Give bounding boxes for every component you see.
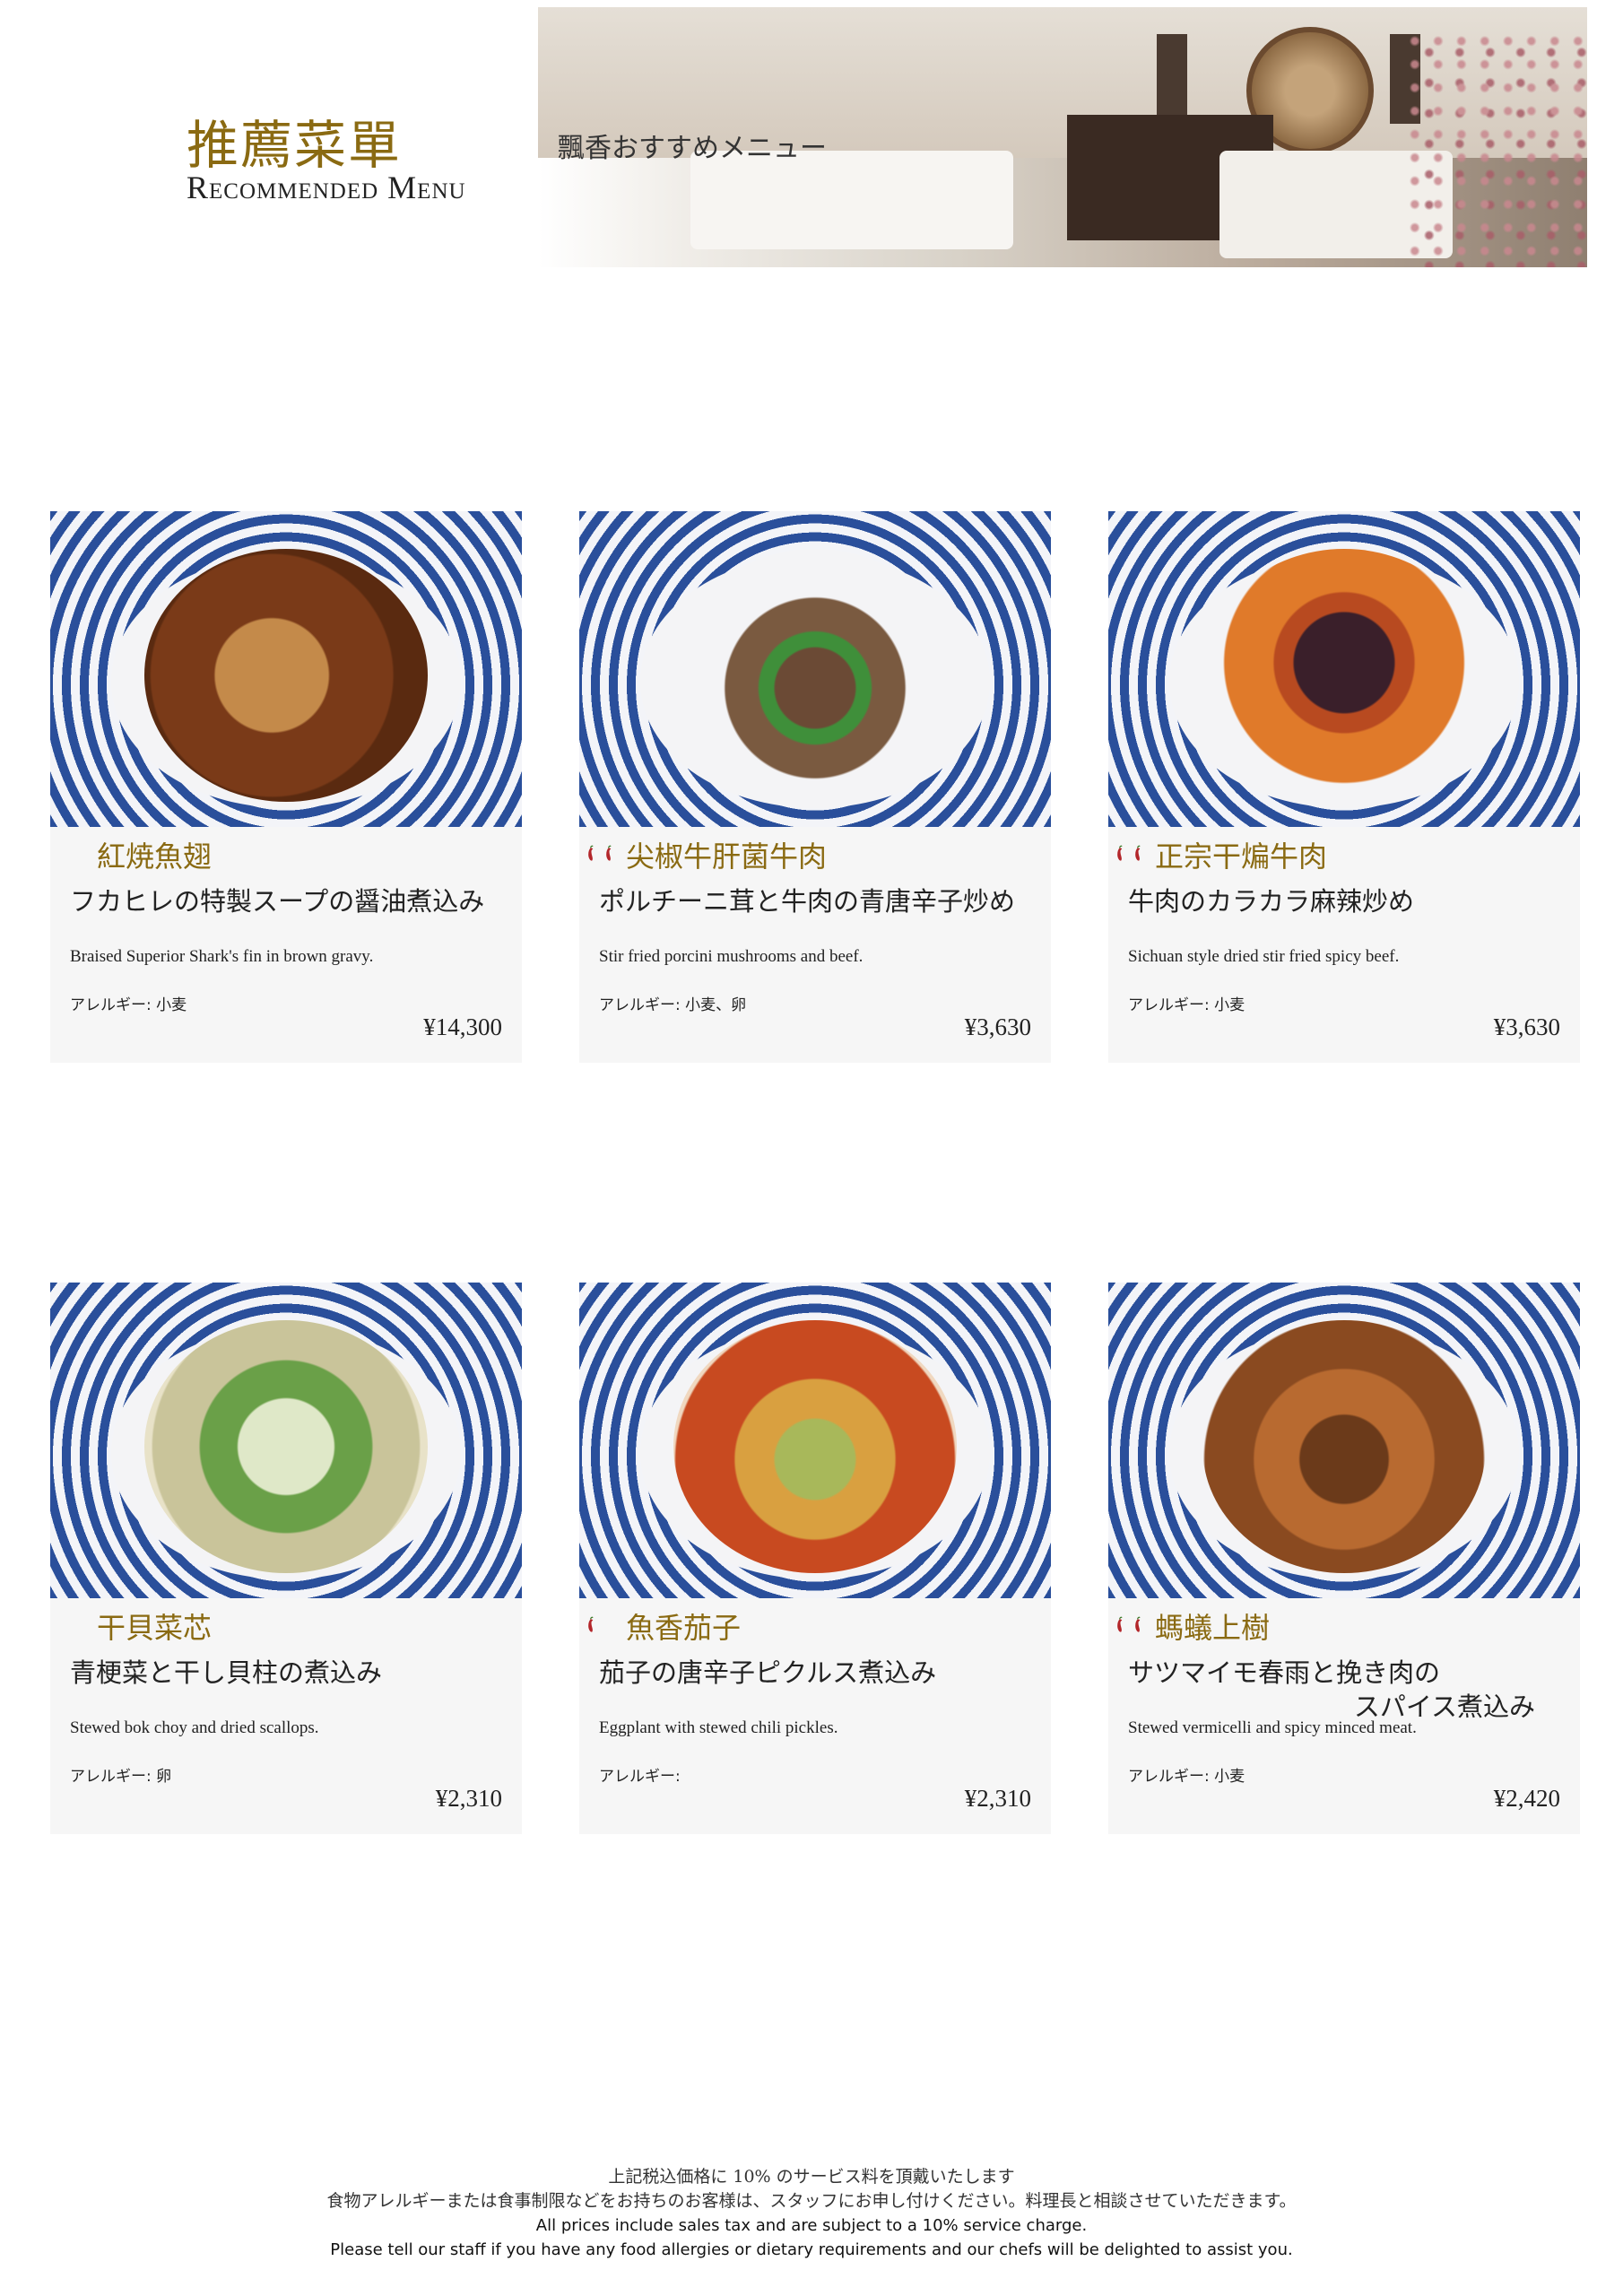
- chili-pepper-icon: [585, 1609, 603, 1641]
- dish-price: ¥3,630: [1493, 1013, 1560, 1040]
- page-title-chinese: 推薦菜單: [187, 115, 403, 176]
- dish-name-japanese: フカヒレの特製スープの醤油煮込み: [70, 886, 485, 917]
- chili-pepper-icon: [603, 838, 621, 870]
- dish-photo: [579, 1283, 1051, 1598]
- dish-card: 干貝菜芯青梗菜と干し貝柱の煮込み Stewed bok choy and drie…: [50, 1283, 522, 1834]
- dish-name-chinese: 螞蟻上樹: [1155, 1611, 1271, 1645]
- dish-name-english: Stewed bok choy and dried scallops.: [70, 1718, 319, 1737]
- dish-card: 紅焼魚翅フカヒレの特製スープの醤油煮込み Braised Superior Sha…: [50, 511, 522, 1063]
- dish-photo: [1108, 511, 1580, 827]
- allergy-note-jp: 食物アレルギーまたは食事制限などをお持ちのお客様は、スタッフにお申し付けください…: [326, 2191, 1297, 2211]
- dish-name-japanese: 青梗菜と干し貝柱の煮込み: [70, 1657, 383, 1688]
- dish-name-chinese: 紅焼魚翅: [97, 839, 213, 874]
- dish-name-english: Eggplant with stewed chili pickles.: [599, 1718, 838, 1737]
- spice-level-indicator: [585, 1609, 622, 1643]
- dish-name-japanese: 茄子の唐辛子ピクルス煮込み: [599, 1657, 937, 1688]
- dish-name-chinese: 魚香茄子: [626, 1611, 742, 1645]
- dish-name-japanese: サツマイモ春雨と挽き肉の: [1128, 1657, 1441, 1688]
- dish-photo: [50, 511, 522, 827]
- spice-level-indicator: [585, 838, 622, 872]
- allergy-info: アレルギー: 小麦: [1128, 996, 1245, 1014]
- allergy-note-en: Please tell our staff if you have any fo…: [330, 2240, 1293, 2259]
- dish-card: 魚香茄子茄子の唐辛子ピクルス煮込み Eggplant with stewed ch…: [579, 1283, 1051, 1834]
- spice-level-indicator: [1114, 1609, 1151, 1643]
- chili-pepper-icon: [585, 838, 603, 870]
- dish-name-english: Sichuan style dried stir fried spicy bee…: [1128, 947, 1400, 966]
- dish-card: 螞蟻上樹 サツマイモ春雨と挽き肉の スパイス煮込み Stewed vermicelli…: [1108, 1283, 1580, 1834]
- dish-name-japanese: 牛肉のカラカラ麻辣炒め: [1128, 886, 1415, 917]
- allergy-info: アレルギー: 小麦、卵: [599, 996, 747, 1014]
- dish-name-japanese: ポルチーニ茸と牛肉の青唐辛子炒め: [599, 886, 1016, 917]
- chili-pepper-icon: [1132, 1609, 1150, 1641]
- allergy-info: アレルギー: 小麦: [1128, 1768, 1245, 1786]
- chili-pepper-icon: [1114, 1609, 1132, 1641]
- dish-name-chinese: 正宗干煸牛肉: [1155, 839, 1328, 874]
- dish-price: ¥3,630: [964, 1013, 1031, 1040]
- service-charge-note-en: All prices include sales tax and are sub…: [535, 2216, 1088, 2235]
- service-charge-note-jp: 上記税込価格に 10% のサービス料を頂戴いたします: [608, 2167, 1015, 2187]
- menu-header: 推薦菜單 Recommended Menu 飄香おすすめメニュー: [0, 0, 1623, 287]
- dish-photo: [579, 511, 1051, 827]
- allergy-info: アレルギー: 卵: [70, 1768, 172, 1786]
- spice-level-indicator: [1114, 838, 1151, 872]
- page-subtitle-japanese: 飄香おすすめメニュー: [558, 133, 827, 164]
- dish-price: ¥2,420: [1493, 1785, 1560, 1812]
- dish-name-english: Braised Superior Shark's fin in brown gr…: [70, 947, 374, 966]
- footer-notice: 上記税込価格に 10% のサービス料を頂戴いたします 食物アレルギーまたは食事制…: [0, 2165, 1623, 2262]
- dish-photo: [50, 1283, 522, 1598]
- dish-price: ¥2,310: [964, 1785, 1031, 1812]
- dish-name-english: Stir fried porcini mushrooms and beef.: [599, 947, 864, 966]
- dish-photo: [1108, 1283, 1580, 1598]
- allergy-info: アレルギー:: [599, 1768, 681, 1786]
- dish-card: 尖椒牛肝菌牛肉ポルチーニ茸と牛肉の青唐辛子炒め Stir fried porcin…: [579, 511, 1051, 1063]
- allergy-info: アレルギー: 小麦: [70, 996, 187, 1014]
- dish-price: ¥14,300: [423, 1013, 502, 1040]
- dish-card: 正宗干煸牛肉牛肉のカラカラ麻辣炒め Sichuan style dried sti…: [1108, 511, 1580, 1063]
- dish-price: ¥2,310: [435, 1785, 502, 1812]
- chili-pepper-icon: [1132, 838, 1150, 870]
- chili-pepper-icon: [1114, 838, 1132, 870]
- dish-name-english: Stewed vermicelli and spicy minced meat.: [1128, 1718, 1417, 1737]
- dish-name-chinese: 尖椒牛肝菌牛肉: [626, 839, 828, 874]
- page-title-english: Recommended Menu: [187, 170, 466, 205]
- dish-name-chinese: 干貝菜芯: [97, 1611, 213, 1645]
